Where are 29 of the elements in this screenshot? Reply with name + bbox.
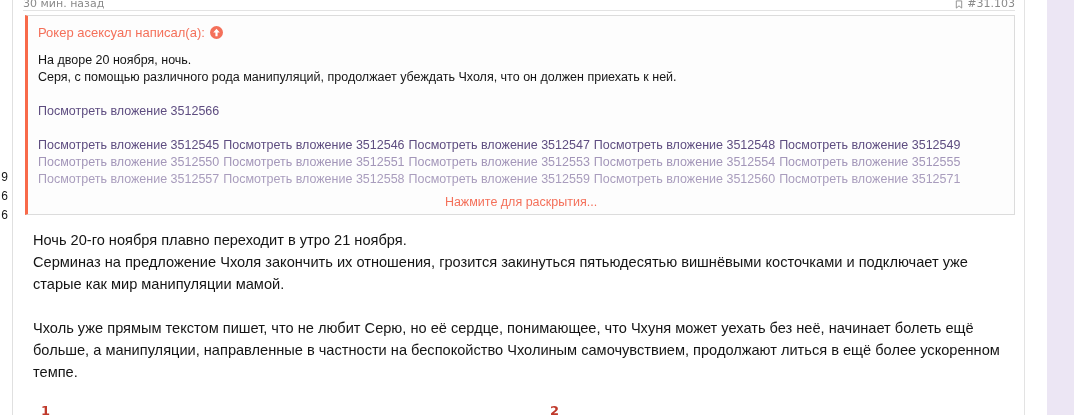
quote-author: Рокер асексуал написал(а): (38, 25, 205, 40)
expand-link[interactable]: Нажмите для раскрытия... (444, 195, 598, 209)
count-label: 6 (1, 207, 9, 224)
attachment-link[interactable]: Посмотреть вложение 3512546 (223, 137, 405, 154)
attachment-link[interactable]: Посмотреть вложение 3512558 (223, 171, 405, 188)
bookmark-icon[interactable] (954, 0, 965, 9)
attachment-link[interactable]: Посмотреть вложение 3512545 (38, 137, 220, 154)
attachment-link[interactable]: Посмотреть вложение 3512559 (408, 171, 590, 188)
count-label: 9 (1, 169, 9, 186)
attachment-link[interactable]: Посмотреть вложение 3512549 (779, 137, 961, 154)
attachment-link[interactable]: Посмотреть вложение 3512554 (593, 154, 776, 171)
attachment-link[interactable]: Посмотреть вложение 3512553 (408, 154, 590, 171)
quote-text: Серя, с помощью различного рода манипуляций, продолжает убеждать Чхоля, что он должен приехать к ней. (38, 69, 678, 86)
attachment-link[interactable]: Посмотреть вложение 3512560 (593, 171, 776, 188)
post-paragraph: Чхоль уже прямым текстом пишет, что не любит Серю, но её сердце, понимающее, что Чхуня может уехать без неё, начинает болеть ещё больше, а манипуляции, направленные в частности на беспокойство Чхолиным самочувствием, продолжают литься в ещё более ускоренном темпе. (33, 319, 1001, 382)
attachment-link[interactable]: Посмотреть вложение 3512566 (38, 103, 220, 120)
image-marker: 2 (550, 403, 560, 415)
count-label: 6 (1, 188, 9, 205)
attachment-link[interactable]: Посмотреть вложение 3512548 (593, 137, 776, 154)
quote-text: На дворе 20 ноября, ночь. (38, 52, 193, 69)
attachment-link[interactable]: Посмотреть вложение 3512557 (38, 171, 220, 188)
attachment-link[interactable]: Посмотреть вложение 3512547 (408, 137, 590, 154)
arrow-up-circle-icon[interactable] (209, 26, 223, 39)
attachment-link[interactable]: Посмотреть вложение 3512551 (223, 154, 405, 171)
attachment-link[interactable]: Посмотреть вложение 3512550 (38, 154, 220, 171)
image-marker: 1 (41, 403, 51, 415)
attachment-link[interactable]: Посмотреть вложение 3512555 (779, 154, 961, 171)
attachment-link[interactable]: Посмотреть вложение 3512571 (779, 171, 961, 188)
post-paragraph: Ночь 20-го ноября плавно переходит в утро 21 ноября. Серминаз на предложение Чхоля закончить их отношения, грозится закинуться пятьюдесятью вишнёвыми косточками и подключает уже старые как мир манипуляции мамой. (33, 231, 969, 294)
